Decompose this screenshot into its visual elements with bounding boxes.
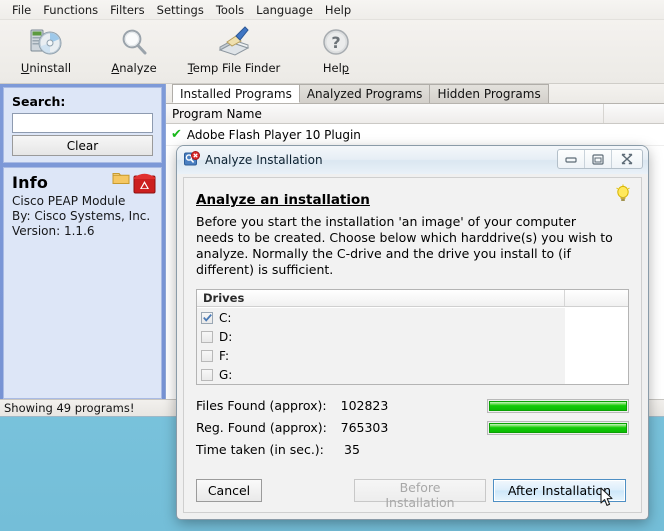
stat-value-time-taken: 35 [344, 442, 360, 457]
stat-time-taken: Time taken (in sec.): 35 [196, 442, 629, 457]
clear-button[interactable]: Clear [12, 135, 153, 156]
checkbox-drive-f[interactable] [201, 349, 213, 362]
search-label: Search: [12, 94, 66, 109]
info-version: Version: 1.1.6 [12, 224, 95, 238]
red-box-icon[interactable] [133, 170, 156, 197]
svg-text:?: ? [331, 33, 340, 52]
drives-rows: C: D: F: G: [197, 307, 628, 384]
dialog-footer: Cancel Before Installation After Install… [196, 479, 629, 510]
toolbar: Uninstall Analyze Temp File Finder ? Hel… [0, 20, 664, 84]
stat-value-reg-found: 765303 [340, 420, 389, 435]
drive-label-d: D: [219, 329, 233, 344]
drive-row-g[interactable]: G: [197, 365, 565, 384]
checkbox-drive-c[interactable] [201, 311, 213, 324]
cancel-button[interactable]: Cancel [196, 479, 262, 502]
after-installation-button[interactable]: After Installation [493, 479, 626, 502]
menu-item-tools[interactable]: Tools [210, 2, 250, 18]
toolbar-label-help: Help [322, 61, 350, 75]
drive-label-f: F: [219, 348, 230, 363]
tab-strip: Installed Programs Analyzed Programs Hid… [166, 84, 664, 104]
drives-column-header[interactable]: Drives [197, 290, 565, 306]
drive-row-c[interactable]: C: [197, 308, 565, 327]
drive-row-f[interactable]: F: [197, 346, 565, 365]
drives-column-extra[interactable] [565, 290, 628, 306]
info-publisher: By: Cisco Systems, Inc. [12, 209, 151, 223]
search-panel: Search: Clear [3, 87, 162, 163]
close-icon[interactable] [612, 150, 642, 168]
dialog-app-icon [184, 150, 200, 170]
before-installation-button[interactable]: Before Installation [354, 479, 486, 510]
table-row[interactable]: ✔ Adobe Flash Player 10 Plugin [166, 124, 664, 146]
stat-files-found: Files Found (approx): 102823 [196, 398, 629, 413]
toolbar-label-temp-file-finder: Temp File Finder [187, 61, 281, 75]
menu-item-language[interactable]: Language [250, 2, 319, 18]
dialog-body: Analyze an installation Before you start… [183, 177, 642, 513]
status-text: Showing 49 programs! [4, 401, 135, 415]
toolbar-label-uninstall: Uninstall [20, 61, 72, 75]
column-header-program-name[interactable]: Program Name [166, 104, 604, 123]
stat-value-files-found: 102823 [340, 398, 389, 413]
toolbar-button-analyze[interactable]: Analyze [99, 23, 169, 75]
analyze-installation-dialog: Analyze Installation Analyze an installa… [177, 146, 648, 519]
list-column-header: Program Name [166, 104, 664, 124]
broom-icon [215, 25, 253, 59]
stat-label-time-taken: Time taken (in sec.): [196, 442, 324, 457]
toolbar-button-uninstall[interactable]: Uninstall [11, 23, 81, 75]
search-input[interactable] [12, 113, 153, 133]
drive-label-g: G: [219, 367, 233, 382]
info-panel-icons [112, 170, 156, 197]
toolbar-label-analyze: Analyze [111, 61, 157, 75]
menu-item-functions[interactable]: Functions [37, 2, 104, 18]
dialog-title-bar[interactable]: Analyze Installation [177, 146, 648, 174]
checkbox-drive-d[interactable] [201, 330, 213, 343]
menu-item-file[interactable]: File [6, 2, 37, 18]
tab-hidden-programs[interactable]: Hidden Programs [429, 84, 549, 103]
drive-label-c: C: [219, 310, 232, 325]
dialog-description: Before you start the installation 'an im… [196, 214, 613, 277]
menu-bar: File Functions Filters Settings Tools La… [0, 0, 664, 20]
toolbar-button-temp-file-finder[interactable]: Temp File Finder [181, 23, 287, 75]
program-name: Adobe Flash Player 10 Plugin [186, 127, 361, 142]
minimize-icon[interactable] [558, 150, 585, 168]
toolbar-button-help[interactable]: ? Help [301, 23, 371, 75]
tab-installed-programs[interactable]: Installed Programs [172, 84, 300, 103]
stat-label-files-found: Files Found (approx): [196, 398, 327, 413]
sidebar: Search: Clear Info Cisco PEAP Module By:… [0, 84, 165, 402]
check-icon: ✔ [171, 127, 182, 142]
menu-item-settings[interactable]: Settings [151, 2, 210, 18]
stat-label-reg-found: Reg. Found (approx): [196, 420, 327, 435]
dialog-heading: Analyze an installation [196, 192, 370, 208]
screen: File Functions Filters Settings Tools La… [0, 0, 664, 531]
dialog-window-buttons [557, 149, 643, 169]
statistics-section: Files Found (approx): 102823 Reg. Found … [196, 398, 629, 457]
checkbox-drive-g[interactable] [201, 368, 213, 381]
magnifier-icon [119, 25, 149, 59]
tab-analyzed-programs[interactable]: Analyzed Programs [298, 84, 431, 103]
progress-bar-files-found [487, 398, 629, 413]
column-header-extra[interactable] [604, 104, 664, 123]
uninstall-disc-icon [30, 25, 63, 59]
menu-item-help[interactable]: Help [319, 2, 357, 18]
folder-icon[interactable] [112, 170, 130, 188]
info-panel: Info Cisco PEAP Module By: Cisco Systems… [3, 167, 162, 399]
progress-bar-reg-found [487, 420, 629, 435]
drives-list-header: Drives [197, 290, 628, 307]
drives-list: Drives C: D: F: G: [196, 289, 629, 385]
stat-reg-found: Reg. Found (approx): 765303 [196, 420, 629, 435]
maximize-icon[interactable] [585, 150, 612, 168]
lightbulb-icon[interactable] [615, 184, 631, 207]
question-mark-icon: ? [322, 25, 350, 59]
dialog-title: Analyze Installation [205, 153, 323, 167]
drive-row-d[interactable]: D: [197, 327, 565, 346]
menu-item-filters[interactable]: Filters [104, 2, 150, 18]
info-details: Cisco PEAP Module By: Cisco Systems, Inc… [12, 194, 153, 239]
